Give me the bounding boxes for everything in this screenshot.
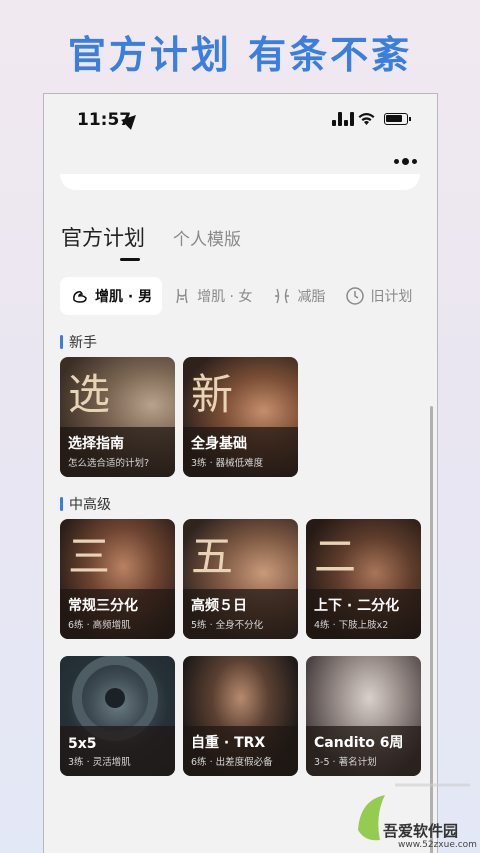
card-subtitle: 4练 · 下肢上肢x2 xyxy=(314,620,389,631)
card-title: Candito 6周 xyxy=(314,735,404,751)
plan-card-5x5[interactable]: 5x5 3练 · 灵活增肌 xyxy=(60,656,175,776)
section-beginner: 新手 xyxy=(60,332,97,352)
headline: 官方计划 有条不紊 xyxy=(67,33,413,77)
card-subtitle: 3-5 · 著名计划 xyxy=(314,757,377,768)
section-advanced-label: 中高级 xyxy=(69,497,111,513)
plan-tabs: 官方计划 个人模版 xyxy=(61,222,241,252)
card-title: 常规三分化 xyxy=(68,598,138,614)
section-marker xyxy=(60,335,63,349)
card-title: 上下 · 二分化 xyxy=(314,598,400,614)
watermark-title: 吾爱软件园 xyxy=(383,822,459,840)
battery-icon xyxy=(384,113,411,125)
plan-card-split3[interactable]: 三 常规三分化 6练 · 高频增肌 xyxy=(60,519,175,639)
tab-personal-template[interactable]: 个人模版 xyxy=(173,225,241,252)
card-title: 5x5 xyxy=(68,736,97,752)
plan-card-guide[interactable]: 选 选择指南 怎么选合适的计划? xyxy=(60,357,175,477)
section-marker xyxy=(60,497,63,511)
plan-card-day5[interactable]: 五 高频５日 5练 · 全身不分化 xyxy=(183,519,298,639)
more-options-icon[interactable] xyxy=(394,158,417,165)
chip-label: 旧计划 xyxy=(370,289,413,305)
plan-card-split2[interactable]: 二 上下 · 二分化 4练 · 下肢上肢x2 xyxy=(306,519,421,639)
plan-card-trx[interactable]: 自重 · TRX 6练 · 出差度假必备 xyxy=(183,656,298,776)
card-title: 高频５日 xyxy=(191,598,247,614)
tab-official-plan[interactable]: 官方计划 xyxy=(61,222,145,252)
chip-label: 减脂 xyxy=(297,289,326,305)
tab-underline xyxy=(120,258,140,261)
female-body-icon xyxy=(176,288,188,304)
section-advanced: 中高级 xyxy=(60,494,111,514)
card-big-char: 五 xyxy=(191,532,236,581)
chip-label: 增肌 · 女 xyxy=(197,289,253,305)
status-bar: 11:57 xyxy=(44,110,437,132)
card-subtitle: 怎么选合适的计划? xyxy=(68,458,150,469)
phone-frame: 11:57 官方计划 个人模版 增肌 · 男 增肌 · 女 减脂 旧计划 新手 … xyxy=(43,93,438,853)
signal-icon xyxy=(332,112,354,126)
watermark-url: www.52zxue.com xyxy=(398,840,477,850)
card-subtitle: 3练 · 器械低难度 xyxy=(191,458,264,469)
card-big-char: 三 xyxy=(68,532,113,581)
header-card-bottom xyxy=(60,174,420,190)
card-title: 全身基础 xyxy=(191,436,247,452)
card-subtitle: 6练 · 高频增肌 xyxy=(68,620,131,631)
card-big-char: 选 xyxy=(68,370,113,419)
chip-old-plan[interactable]: 旧计划 xyxy=(335,277,422,315)
card-title: 自重 · TRX xyxy=(191,735,266,751)
chip-muscle-female[interactable]: 增肌 · 女 xyxy=(162,277,262,315)
chip-fat-loss[interactable]: 减脂 xyxy=(262,277,335,315)
plan-card-fullbody[interactable]: 新 全身基础 3练 · 器械低难度 xyxy=(183,357,298,477)
card-subtitle: 6练 · 出差度假必备 xyxy=(191,757,273,768)
chip-muscle-male[interactable]: 增肌 · 男 xyxy=(60,277,163,315)
chip-label: 增肌 · 男 xyxy=(95,289,153,305)
male-muscle-icon xyxy=(73,291,87,303)
wifi-icon xyxy=(358,113,375,125)
clock-icon xyxy=(346,287,365,305)
card-big-char: 新 xyxy=(191,370,236,419)
card-subtitle: 5练 · 全身不分化 xyxy=(191,620,264,631)
waist-icon xyxy=(275,288,290,304)
card-big-char: 二 xyxy=(314,532,359,581)
card-title: 选择指南 xyxy=(68,436,124,452)
plan-card-candito[interactable]: Candito 6周 3-5 · 著名计划 xyxy=(306,656,421,776)
section-beginner-label: 新手 xyxy=(69,335,97,351)
card-subtitle: 3练 · 灵活增肌 xyxy=(68,757,131,768)
category-chips: 增肌 · 男 增肌 · 女 减脂 旧计划 xyxy=(60,277,422,315)
